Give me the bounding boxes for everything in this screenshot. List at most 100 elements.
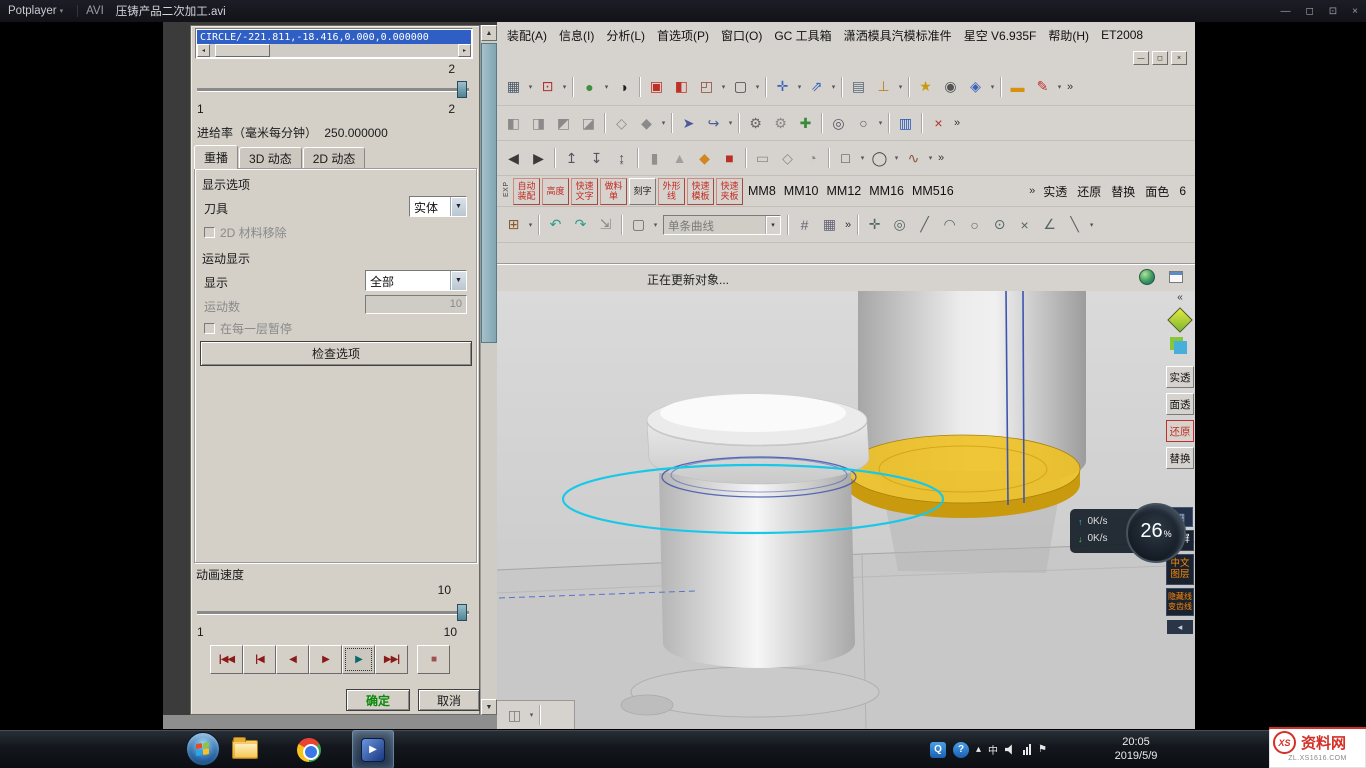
dropdown-arrow-icon[interactable]: ▾	[988, 83, 997, 91]
gear-small-icon[interactable]: ⚙	[769, 112, 792, 135]
collapse-chevron-icon[interactable]: «	[1177, 292, 1183, 303]
cylinder-icon[interactable]: ▮	[643, 147, 666, 170]
back-icon[interactable]: ◀	[502, 147, 525, 170]
up-level-icon[interactable]: ↥	[560, 147, 583, 170]
half-shade-icon[interactable]: ◑	[612, 75, 635, 98]
sheet-icon[interactable]: ▤	[847, 75, 870, 98]
dropdown-arrow-icon[interactable]: ▾	[1055, 83, 1064, 91]
size-label-button[interactable]: MM10	[784, 184, 819, 198]
mode-label-button[interactable]: 面色	[1145, 183, 1169, 200]
menu-item[interactable]: 潇洒模具汽模标准件	[838, 25, 958, 46]
mode-label-button[interactable]: 替换	[1111, 183, 1135, 200]
dropdown-arrow-icon[interactable]: ▾	[892, 154, 901, 162]
start-button[interactable]	[186, 732, 220, 766]
minimize-button[interactable]: —	[1280, 6, 1290, 17]
fence-icon[interactable]: #	[793, 213, 816, 236]
dropdown-arrow-icon[interactable]: ▾	[719, 83, 728, 91]
ime-icon[interactable]: 中	[988, 742, 998, 757]
hscroll-left-button[interactable]: ◂	[197, 44, 210, 57]
maximize-button[interactable]: ◻	[1305, 6, 1313, 17]
dropdown-arrow-icon[interactable]: ▾	[858, 154, 867, 162]
selection-box-icon[interactable]: ▢	[627, 213, 650, 236]
menu-item[interactable]: GC 工具箱	[768, 25, 837, 46]
line-slider[interactable]	[197, 80, 469, 100]
close-button[interactable]: ×	[1352, 6, 1358, 17]
solid-half-icon[interactable]: ◩	[552, 112, 575, 135]
menu-item[interactable]: 窗口(O)	[715, 25, 768, 46]
search-icon[interactable]: ○	[852, 112, 875, 135]
layers-icon[interactable]	[1174, 341, 1187, 354]
ok-button[interactable]: 确定	[346, 689, 410, 711]
scroll-up-button[interactable]: ▲	[481, 25, 497, 41]
hidden-icons-arrow[interactable]: ▴	[976, 744, 981, 755]
mdi-close-button[interactable]: ×	[1171, 51, 1187, 65]
gem-view-icon[interactable]: ◈	[964, 75, 987, 98]
menu-item[interactable]: 帮助(H)	[1042, 25, 1095, 46]
mode-label-button[interactable]: 6	[1179, 184, 1186, 198]
go-first-button[interactable]: |◀◀	[210, 645, 243, 674]
orient-view-icon[interactable]: ⇗	[805, 75, 828, 98]
annotate-icon[interactable]: ✎	[1031, 75, 1054, 98]
dropdown-arrow-icon[interactable]: ▾	[602, 83, 611, 91]
standard-part-icon[interactable]	[1167, 307, 1192, 332]
layer-tool-button[interactable]: 隐藏线 变齿线	[1166, 588, 1194, 616]
material-removal-checkbox[interactable]	[204, 227, 215, 238]
solid-corner-icon[interactable]: ◧	[502, 112, 525, 135]
line-slider-thumb[interactable]	[457, 81, 467, 98]
tray-clock[interactable]: 20:05 2019/5/9	[1098, 735, 1174, 763]
security-icon[interactable]: ?	[953, 742, 969, 758]
snap-line-icon[interactable]: ╱	[913, 213, 936, 236]
panel-scroll-arrow-icon[interactable]: ◂	[1167, 620, 1193, 634]
taskbar-explorer-button[interactable]	[224, 730, 266, 768]
menu-item[interactable]: 首选项(P)	[651, 25, 715, 46]
snap-grid-icon[interactable]: ⊡	[536, 75, 559, 98]
empty-box-icon[interactable]: ▢	[729, 75, 752, 98]
viewer-button[interactable]: ⊡	[1329, 6, 1337, 17]
scroll-down-button[interactable]: ▼	[481, 699, 497, 715]
red-block-icon[interactable]: ▣	[645, 75, 668, 98]
quick-button[interactable]: 快速 文字	[571, 178, 598, 205]
snap-angle-icon[interactable]: ∠	[1038, 213, 1061, 236]
red-cube-icon[interactable]: ■	[718, 147, 741, 170]
dropdown-arrow-icon[interactable]: ▾	[876, 119, 885, 127]
redo-curve-icon[interactable]: ↷	[569, 213, 592, 236]
forward-icon[interactable]: ▶	[527, 147, 550, 170]
motion-count-field[interactable]: 10	[365, 295, 467, 314]
snap-center-icon[interactable]: ◎	[888, 213, 911, 236]
go-last-button[interactable]: ▶▶|	[375, 645, 408, 674]
mode-label-button[interactable]: 实透	[1043, 183, 1067, 200]
ruler-icon[interactable]: ▬	[1006, 75, 1029, 98]
datum-axis-icon[interactable]: ⊥	[872, 75, 895, 98]
move-object-icon[interactable]: ✛	[771, 75, 794, 98]
dropdown-arrow-icon[interactable]: ▾	[526, 221, 535, 229]
locate-icon[interactable]: ◎	[827, 112, 850, 135]
square-tool-icon[interactable]: □	[834, 147, 857, 170]
speed-slider-thumb[interactable]	[457, 604, 467, 621]
check-options-button[interactable]: 检查选项	[200, 341, 472, 366]
quick-button[interactable]: 快速 模板	[687, 178, 714, 205]
overflow-chevron-icon[interactable]: »	[954, 117, 960, 129]
quick-button[interactable]: 高度	[542, 178, 569, 205]
dialog-scrollbar[interactable]: ▲ ▼	[480, 25, 497, 715]
dropdown-arrow-icon[interactable]: ▾	[753, 83, 762, 91]
window-icon[interactable]	[1169, 271, 1183, 283]
quick-button[interactable]: 外形 线	[658, 178, 685, 205]
wire-diamond-icon[interactable]: ◇	[776, 147, 799, 170]
menu-item[interactable]: 星空 V6.935F	[958, 25, 1043, 46]
shaded-view-icon[interactable]: ●	[578, 75, 601, 98]
down-level-icon[interactable]: ↧	[585, 147, 608, 170]
player-app-name[interactable]: Potplayer	[8, 5, 57, 17]
solid-tri-icon[interactable]: ◪	[577, 112, 600, 135]
arrow-go-icon[interactable]: ➤	[677, 112, 700, 135]
dropdown-arrow-icon[interactable]: ▾	[726, 119, 735, 127]
view-mode-button[interactable]: 还原	[1166, 420, 1194, 442]
plate-icon[interactable]: ▭	[751, 147, 774, 170]
size-label-button[interactable]: MM16	[869, 184, 904, 198]
redo-icon[interactable]: ↪	[702, 112, 725, 135]
mdi-minimize-button[interactable]: —	[1133, 51, 1149, 65]
snap-circle-icon[interactable]: ○	[963, 213, 986, 236]
hscroll-right-button[interactable]: ▸	[458, 44, 471, 57]
dropdown-arrow-icon[interactable]: ▾	[526, 83, 535, 91]
orange-diamond-icon[interactable]: ◆	[693, 147, 716, 170]
dropdown-arrow-icon[interactable]: ▾	[795, 83, 804, 91]
